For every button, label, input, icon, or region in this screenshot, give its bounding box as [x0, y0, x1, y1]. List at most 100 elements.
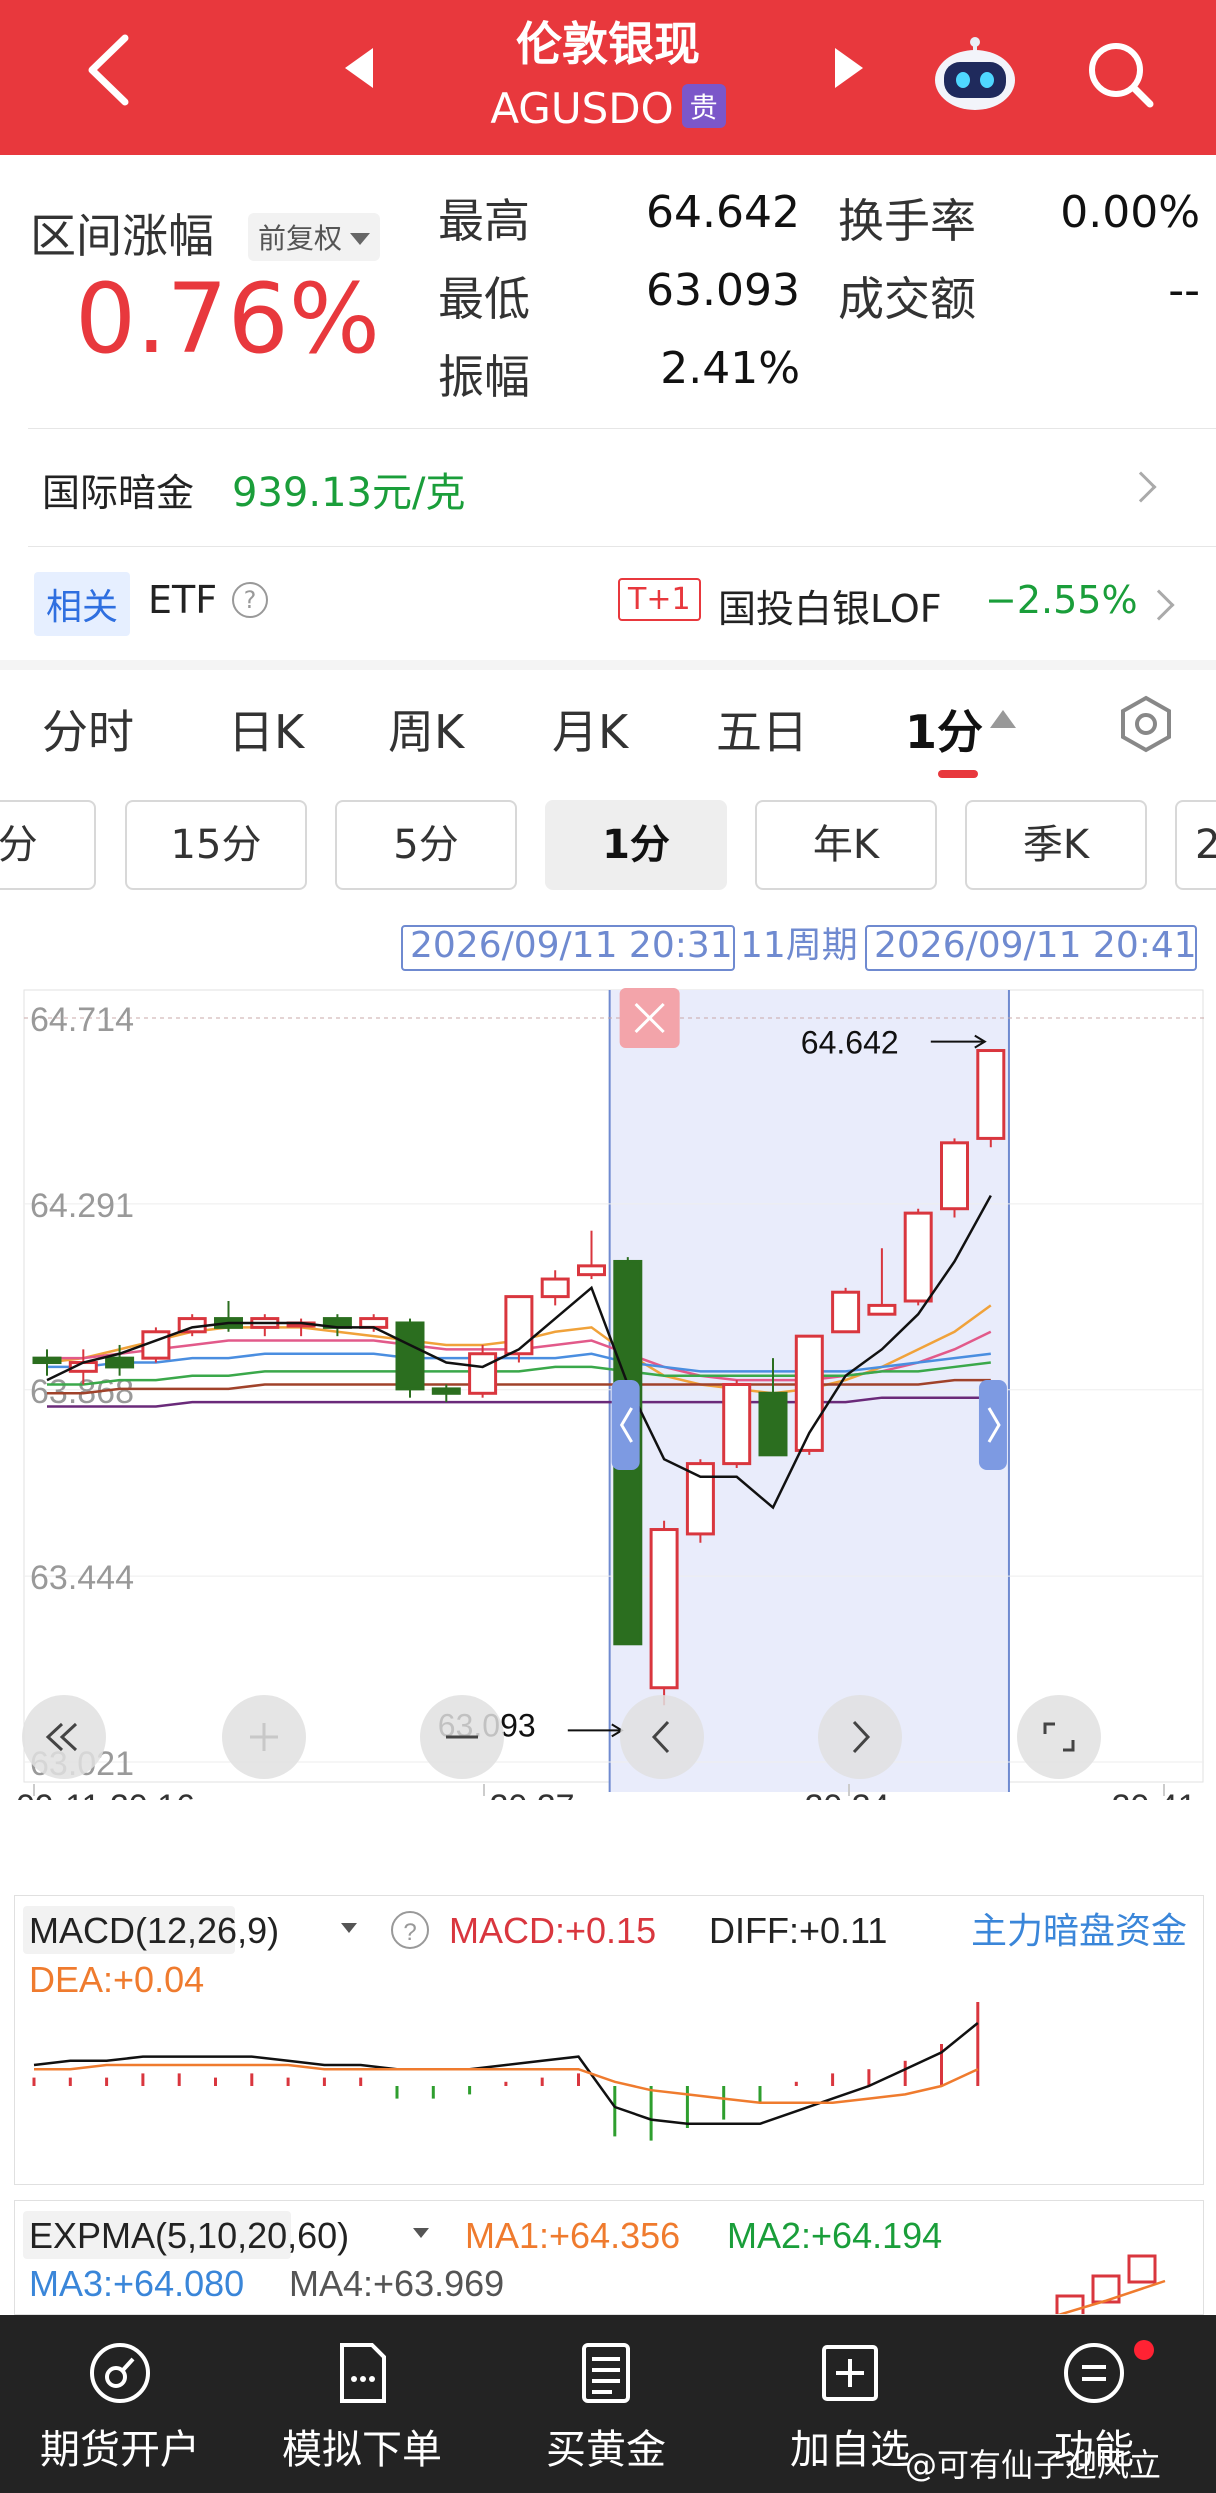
zoom-out-button[interactable]	[420, 1695, 504, 1779]
chip-0[interactable]: 0分	[0, 800, 96, 890]
kline-svg[interactable]: 64.71464.29163.86863.44463.02164.64263.0…	[14, 980, 1204, 1800]
candle-body	[758, 1391, 788, 1457]
candle-body	[976, 1049, 1006, 1140]
nav-futures-account[interactable]: 期货开户	[20, 2339, 220, 2475]
candle-body	[685, 1462, 715, 1536]
dea-value: DEA:+0.04	[29, 1959, 204, 2000]
chip-season-k[interactable]: 季K	[965, 800, 1147, 890]
high-label: 最高	[438, 194, 530, 248]
expma-panel[interactable]: EXPMA(5,10,20,60) MA1:+64.356 MA2:+64.194 M…	[14, 2200, 1204, 2315]
x-tick-label: 20:27	[489, 1788, 574, 1800]
chevron-right-icon	[1125, 471, 1157, 503]
selection-end-time: 2026/09/11 20:41	[874, 925, 1197, 966]
tab-intraday[interactable]: 分时	[42, 696, 134, 762]
macd-value: MACD:+0.15	[449, 1910, 656, 1951]
caret-up-icon	[990, 710, 1016, 728]
buy-gold-icon	[582, 2343, 630, 2403]
functions-menu-icon	[1064, 2343, 1124, 2403]
help-icon[interactable]: ?	[232, 582, 268, 618]
candle-body	[649, 1528, 679, 1690]
expma-svg: EXPMA(5,10,20,60) MA1:+64.356 MA2:+64.194 M…	[23, 2211, 1166, 2314]
fullscreen-button[interactable]	[1017, 1695, 1101, 1779]
adjust-dropdown[interactable]: 前复权	[248, 213, 381, 261]
gold-value: 939.13元/克	[232, 470, 466, 516]
y-tick-label: 63.444	[30, 1559, 134, 1597]
candle-body	[867, 1303, 897, 1316]
candle-body	[903, 1211, 933, 1303]
gold-label: 国际暗金	[42, 471, 195, 515]
prev-instrument-icon[interactable]	[345, 48, 373, 88]
divider	[28, 428, 1216, 429]
tab-1min[interactable]: 1分	[905, 696, 983, 762]
international-gold-row[interactable]: 国际暗金 939.13元/克	[0, 430, 1216, 545]
turnover-label: 换手率	[838, 194, 976, 248]
tab-five-day[interactable]: 五日	[716, 696, 808, 762]
period-tabs: 分时 日K 周K 月K 五日 1分	[0, 670, 1216, 790]
nav-buy-gold[interactable]: 买黄金	[506, 2339, 706, 2475]
y-tick-label: 64.291	[30, 1187, 134, 1225]
next-instrument-icon[interactable]	[835, 48, 863, 88]
tab-day-k[interactable]: 日K	[228, 696, 304, 762]
chip-15min[interactable]: 15分	[125, 800, 307, 890]
add-watchlist-icon	[822, 2345, 878, 2401]
nav-label: 期货开户	[40, 2427, 200, 2473]
range-change-value: 0.76%	[75, 263, 380, 375]
related-badge: 相关	[34, 572, 131, 636]
related-fund-change: −2.55%	[985, 578, 1138, 622]
fast-back-button[interactable]	[22, 1695, 106, 1779]
expma-ma3: MA3:+64.080	[29, 2263, 244, 2304]
robot-assistant-icon[interactable]	[930, 28, 1020, 118]
macd-panel[interactable]: MACD(12,26,9)? MACD:+0.15 DIFF:+0.11 主力暗盘资金…	[14, 1895, 1204, 2185]
candle-body	[431, 1387, 461, 1395]
x-tick-label: 09-11 20:16	[16, 1788, 195, 1800]
chevron-down-icon	[341, 1923, 357, 1933]
expma-candle	[1127, 2254, 1157, 2284]
candle-body	[359, 1317, 389, 1329]
candle-body	[940, 1141, 969, 1211]
search-icon[interactable]	[1080, 34, 1160, 114]
control-circle	[818, 1695, 902, 1779]
expma-ma1: MA1:+64.356	[465, 2215, 680, 2256]
step-right-button[interactable]	[818, 1695, 902, 1779]
macd-svg: MACD(12,26,9)? MACD:+0.15 DIFF:+0.11 主力暗盘资金…	[23, 1906, 1187, 2141]
tab-month-k[interactable]: 月K	[552, 696, 628, 762]
control-circle	[620, 1695, 704, 1779]
amount-value: --	[1168, 265, 1200, 316]
chip-year-k[interactable]: 年K	[755, 800, 937, 890]
nav-simulated-order[interactable]: 模拟下单	[262, 2339, 462, 2475]
step-left-button[interactable]	[620, 1695, 704, 1779]
back-arrow-icon[interactable]	[80, 30, 140, 110]
kline-chart[interactable]: 64.71464.29163.86863.44463.02164.64263.0…	[14, 980, 1204, 1800]
expma-indicator-name: EXPMA(5,10,20,60)	[29, 2215, 349, 2256]
nav-label: 模拟下单	[282, 2427, 442, 2473]
diff-value: DIFF:+0.11	[709, 1910, 887, 1951]
candle-body	[540, 1277, 570, 1299]
settings-hexagon-icon[interactable]	[1116, 694, 1176, 754]
simulated-order-icon	[340, 2343, 386, 2403]
related-fund-name: 国投白银LOF	[718, 587, 942, 631]
chevron-down-icon	[413, 2228, 429, 2238]
turnover-value: 0.00%	[1060, 187, 1200, 238]
chip-1min[interactable]: 1分	[545, 800, 727, 890]
notification-dot	[1134, 2340, 1154, 2360]
high-value: 64.642	[646, 187, 800, 238]
tab-week-k[interactable]: 周K	[388, 696, 464, 762]
x-tick-label: 20:41	[1111, 1788, 1196, 1800]
chip-more[interactable]: 2	[1175, 800, 1216, 890]
quote-stats: 区间涨幅 前复权 0.76% 最高 64.642 换手率 0.00% 最低 63…	[0, 155, 1216, 430]
selection-handle-left	[611, 1380, 640, 1470]
expma-ma4: MA4:+63.969	[289, 2263, 504, 2304]
candle-body	[831, 1290, 861, 1334]
fund-flow-link: 主力暗盘资金	[971, 1910, 1187, 1951]
category-tag: 贵	[681, 84, 726, 128]
candle-body	[105, 1356, 135, 1369]
instrument-code: AGUSDO	[490, 84, 674, 133]
chip-5min[interactable]: 5分	[335, 800, 517, 890]
range-change-label: 区间涨幅	[30, 209, 214, 263]
selection-handle-right	[978, 1380, 1007, 1470]
zoom-in-button[interactable]	[222, 1695, 306, 1779]
help-icon-text: ?	[403, 1919, 416, 1946]
minute-period-chips: 0分 15分 5分 1分 年K 季K 2	[0, 798, 1216, 894]
etf-label: ETF	[148, 578, 218, 622]
related-etf-row[interactable]: 相关 ETF ? T+1 国投白银LOF −2.55%	[0, 546, 1216, 661]
